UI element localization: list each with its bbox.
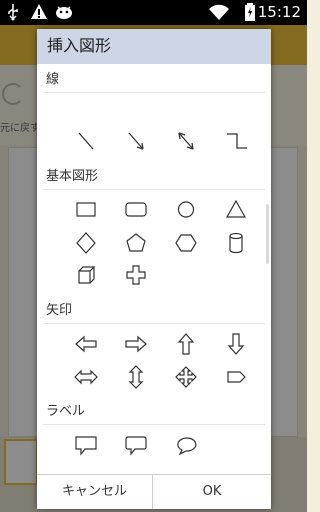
ok-button[interactable]: OK (153, 475, 271, 509)
arrow-up-shape-icon[interactable] (171, 331, 201, 357)
section-header-labels: ラベル (46, 404, 86, 419)
clock: 15:12 (257, 3, 301, 21)
rectangle-shape-icon[interactable] (71, 197, 101, 223)
line-arrow-shape-icon[interactable] (121, 128, 151, 154)
section-header-basic: 基本図形 (46, 169, 99, 184)
divider (43, 424, 265, 425)
dialog-title: 挿入図形 (47, 36, 112, 55)
android-icon (54, 3, 74, 21)
rounded-rectangle-shape-icon[interactable] (121, 197, 151, 223)
section-header-lines: 線 (46, 72, 60, 87)
warning-icon (30, 3, 48, 21)
pentagon-arrow-shape-icon[interactable] (221, 364, 251, 390)
callout-oval-shape-icon[interactable] (171, 432, 201, 458)
dialog-body: 線 基本図形 矢印 ラベル (37, 64, 271, 474)
divider (43, 323, 265, 324)
section-header-arrows: 矢印 (46, 303, 73, 318)
dialog-scrollbar[interactable] (266, 204, 269, 264)
insert-shape-dialog: 挿入図形 線 基本図形 矢印 ラベル キャンセル OK (37, 29, 271, 509)
divider (43, 92, 265, 93)
battery-icon (244, 3, 256, 21)
triangle-shape-icon[interactable] (221, 197, 251, 223)
line-shape-icon[interactable] (71, 128, 101, 154)
cylinder-shape-icon[interactable] (221, 230, 251, 256)
arrow-left-shape-icon[interactable] (71, 331, 101, 357)
status-bar: 15:12 (0, 0, 307, 25)
dialog-title-bar: 挿入図形 (37, 29, 271, 64)
arrow-up-down-shape-icon[interactable] (121, 364, 151, 390)
callout-rect-shape-icon[interactable] (71, 432, 101, 458)
diamond-shape-icon[interactable] (71, 230, 101, 256)
dialog-button-bar: キャンセル OK (37, 474, 271, 509)
pentagon-shape-icon[interactable] (121, 230, 151, 256)
usb-icon (6, 3, 20, 21)
arrow-down-shape-icon[interactable] (221, 331, 251, 357)
arrow-four-way-shape-icon[interactable] (171, 364, 201, 390)
callout-rounded-shape-icon[interactable] (121, 432, 151, 458)
cancel-button[interactable]: キャンセル (37, 475, 153, 509)
arrow-left-right-shape-icon[interactable] (71, 364, 101, 390)
line-double-arrow-shape-icon[interactable] (171, 128, 201, 154)
divider (43, 189, 265, 190)
cube-shape-icon[interactable] (71, 262, 101, 288)
circle-shape-icon[interactable] (171, 197, 201, 223)
cross-shape-icon[interactable] (121, 262, 151, 288)
arrow-right-shape-icon[interactable] (121, 331, 151, 357)
elbow-connector-shape-icon[interactable] (221, 128, 251, 154)
wifi-icon (208, 3, 230, 21)
hexagon-shape-icon[interactable] (171, 230, 201, 256)
